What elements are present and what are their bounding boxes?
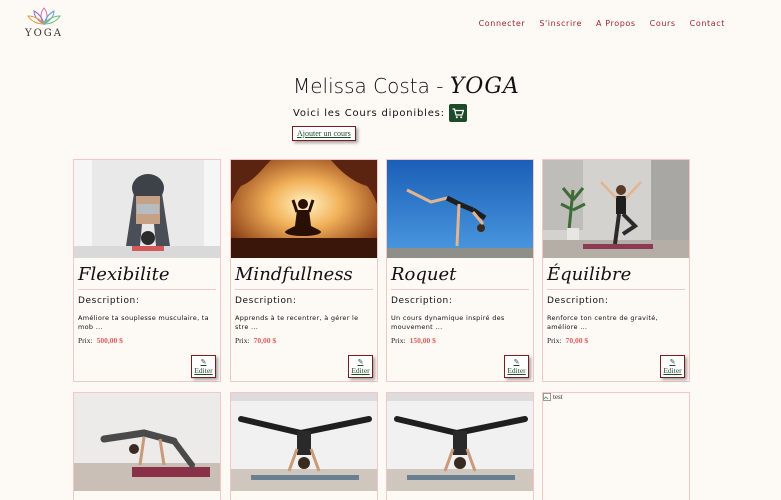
course-card: test (542, 392, 690, 500)
edit-button[interactable]: ✎ Editer (504, 355, 529, 378)
edit-button[interactable]: ✎ Editer (348, 355, 373, 378)
course-title: Mindfullness (235, 258, 373, 290)
course-card-roquet: Roquet Description: Un cours dynamique i… (386, 159, 534, 382)
edit-icon: ✎ (669, 358, 676, 366)
broken-image-alt: test (553, 393, 563, 401)
nav-a-propos[interactable]: A Propos (596, 19, 636, 28)
price-value: 70,00 $ (565, 336, 589, 345)
course-description: Renforce ton centre de gravité, améliore… (547, 314, 658, 331)
edit-icon: ✎ (357, 358, 364, 366)
edit-button[interactable]: ✎ Editer (191, 355, 216, 378)
course-image (387, 393, 533, 491)
price-label: Prix: (235, 336, 250, 345)
subtitle-text: Voici les Cours diponibles: (293, 107, 445, 119)
course-title: Flexibilite (78, 258, 216, 290)
course-card (386, 392, 534, 500)
description-label: Description: (78, 296, 140, 306)
price-label: Prix: (78, 336, 93, 345)
edit-label: Editer (194, 366, 213, 375)
course-image (231, 393, 377, 491)
course-title: Équilibre (547, 258, 685, 290)
cart-button[interactable] (448, 104, 467, 122)
course-description: Améliore ta souplesse musculaire, ta mob… (78, 314, 209, 331)
lotus-icon (27, 7, 61, 25)
page-title: Melissa Costa - YOGA (293, 74, 520, 99)
price-value: 70,00 $ (253, 336, 277, 345)
shopping-cart-icon (452, 107, 464, 118)
nav-contact[interactable]: Contact (690, 19, 725, 28)
broken-image-icon (543, 393, 551, 401)
course-description: Apprends à te recentrer, à gérer le stre… (235, 314, 359, 331)
course-card-equilibre: Équilibre Description: Renforce ton cent… (542, 159, 690, 382)
course-price: Prix: 70,00 $ (543, 336, 689, 345)
nav-connecter[interactable]: Connecter (479, 19, 526, 28)
price-value: 150,00 $ (409, 336, 436, 345)
course-image (387, 160, 533, 258)
edit-label: Editer (663, 366, 682, 375)
edit-label: Editer (351, 366, 370, 375)
courses-subtitle: Voici les Cours diponibles: (293, 104, 467, 122)
logo-text: YOGA (24, 28, 63, 39)
edit-icon: ✎ (513, 358, 520, 366)
edit-icon: ✎ (200, 358, 207, 366)
price-value: 500,00 $ (96, 336, 123, 345)
broken-image: test (543, 393, 563, 401)
course-image (543, 160, 689, 258)
course-card-flexibilite: Flexibilite Description: Améliore ta sou… (73, 159, 221, 382)
course-image (231, 160, 377, 258)
page-title-main: Melissa Costa - (293, 74, 450, 98)
course-image (74, 160, 220, 258)
course-card-mindfullness: Mindfullness Description: Apprends à te … (230, 159, 378, 382)
course-card (230, 392, 378, 500)
course-card (73, 392, 221, 500)
logo[interactable]: YOGA (24, 6, 64, 39)
course-price: Prix: 70,00 $ (231, 336, 377, 345)
course-price: Prix: 500,00 $ (74, 336, 220, 345)
add-course-button[interactable]: Ajouter un cours (292, 126, 356, 141)
price-label: Prix: (547, 336, 562, 345)
price-label: Prix: (391, 336, 406, 345)
edit-label: Editer (507, 366, 526, 375)
main-nav: Connecter S'inscrire A Propos Cours Cont… (479, 19, 725, 28)
course-title: Roquet (391, 258, 529, 290)
page-title-accent: YOGA (449, 74, 520, 99)
description-label: Description: (547, 296, 609, 306)
course-description: Un cours dynamique inspiré des mouvement… (391, 314, 505, 331)
course-price: Prix: 150,00 $ (387, 336, 533, 345)
description-label: Description: (391, 296, 453, 306)
course-image (74, 393, 220, 491)
course-image: test (543, 393, 689, 491)
nav-inscrire[interactable]: S'inscrire (539, 19, 582, 28)
nav-cours[interactable]: Cours (650, 19, 676, 28)
edit-button[interactable]: ✎ Editer (660, 355, 685, 378)
description-label: Description: (235, 296, 297, 306)
